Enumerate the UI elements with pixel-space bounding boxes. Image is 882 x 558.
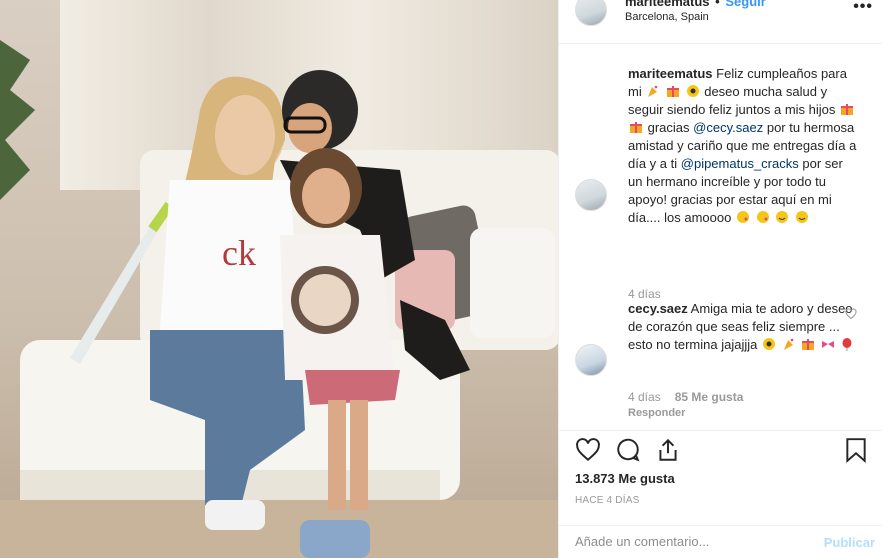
bookmark-icon[interactable]	[845, 437, 867, 463]
share-icon[interactable]	[655, 437, 681, 463]
balloon-bow-icon	[686, 85, 699, 97]
party-popper-icon	[783, 338, 793, 350]
heart-icon[interactable]	[575, 437, 601, 463]
mention-cecy[interactable]: @cecy.saez	[693, 120, 763, 135]
commenter-avatar[interactable]	[575, 344, 607, 376]
author-username[interactable]: mariteematus	[625, 0, 710, 9]
gift-icon	[666, 86, 679, 97]
gift-icon	[630, 122, 642, 133]
author-line: mariteematus • Seguir	[625, 0, 766, 9]
kiss-face-icon	[736, 211, 749, 223]
caption-text: mariteematus Feliz cumpleaños para mi de…	[628, 65, 860, 227]
mention-pipematus[interactable]: @pipematus_cracks	[681, 156, 799, 171]
post-photo[interactable]: ck	[0, 0, 558, 558]
separator-dot: •	[715, 0, 720, 9]
follow-button[interactable]: Seguir	[725, 0, 765, 9]
caption-text-3: gracias	[647, 120, 690, 135]
post-header: mariteematus • Seguir Barcelona, Spain •…	[559, 0, 882, 44]
comment-meta: 4 días 85 Me gusta	[628, 390, 743, 404]
balloon-icon	[842, 338, 852, 351]
likes-count[interactable]: 13.873 Me gusta	[575, 471, 675, 486]
more-icon[interactable]: •••	[853, 0, 873, 16]
smile-face-icon	[795, 211, 808, 223]
caption-time: 4 días	[628, 287, 661, 301]
post-timestamp: HACE 4 DÍAS	[575, 495, 640, 506]
post-side-panel: mariteematus • Seguir Barcelona, Spain •…	[558, 0, 882, 558]
post-location[interactable]: Barcelona, Spain	[625, 11, 709, 23]
gift-icon	[802, 339, 815, 350]
commenter-username[interactable]: cecy.saez	[628, 301, 688, 316]
author-avatar[interactable]	[575, 0, 607, 26]
smile-face-icon	[776, 211, 789, 223]
small-heart-icon[interactable]	[845, 308, 857, 320]
post-comment-button[interactable]: Publicar	[824, 535, 875, 550]
post-actions: 13.873 Me gusta HACE 4 DÍAS Publicar	[559, 430, 882, 558]
caption-username[interactable]: mariteematus	[628, 66, 713, 81]
caption-avatar[interactable]	[575, 179, 607, 211]
kiss-face-icon	[756, 211, 769, 223]
comment-time: 4 días	[628, 390, 661, 404]
reply-button[interactable]: Responder	[628, 407, 685, 419]
svg-text:ck: ck	[222, 233, 256, 273]
comment-input[interactable]	[575, 534, 805, 549]
photo-illustration: ck	[0, 0, 558, 558]
comment-text: cecy.saez Amiga mia te adoro y deseo de …	[628, 300, 860, 354]
comments-list[interactable]: mariteematus Feliz cumpleaños para mi de…	[559, 45, 882, 430]
party-popper-icon	[648, 85, 658, 97]
gift-icon	[841, 104, 854, 115]
add-comment-bar: Publicar	[559, 525, 882, 558]
comment-likes[interactable]: 85 Me gusta	[675, 390, 744, 404]
balloon-bow-icon	[762, 338, 775, 350]
ribbon-icon	[821, 341, 834, 348]
comment-icon[interactable]	[615, 437, 641, 463]
